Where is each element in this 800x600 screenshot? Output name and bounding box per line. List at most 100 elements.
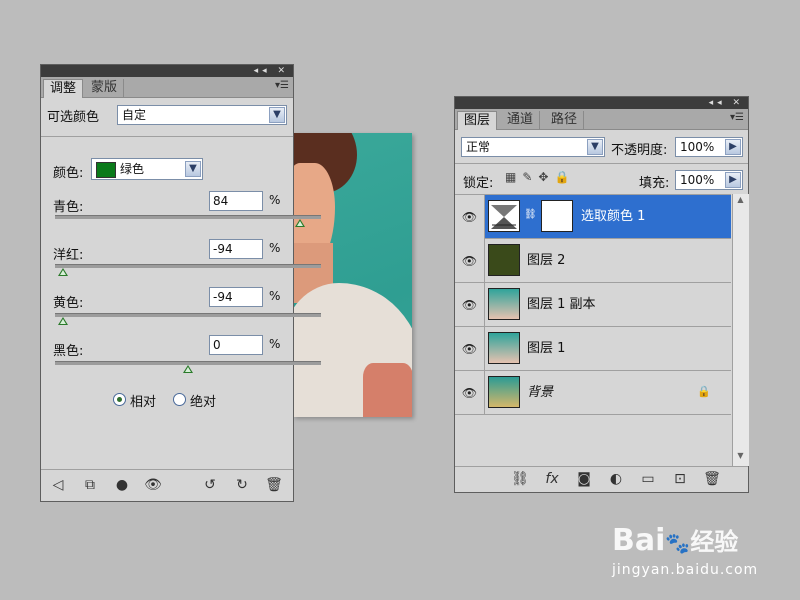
- lock-label: 锁定:: [463, 176, 494, 191]
- canvas-photo: [293, 133, 412, 417]
- layer-row-background[interactable]: 👁 背景 🔒: [455, 371, 731, 415]
- cyan-label: 青色:: [53, 200, 84, 215]
- reset-icon[interactable]: ↻: [233, 477, 251, 493]
- divider: [455, 163, 748, 164]
- baidu-logo: Bai🐾经验: [612, 523, 739, 558]
- color-value: 绿色: [120, 162, 145, 176]
- expand-view-icon[interactable]: ⧉: [81, 477, 99, 493]
- fill-field[interactable]: 100% ▶: [675, 170, 743, 190]
- divider: [41, 136, 293, 137]
- black-label: 黑色:: [53, 344, 84, 359]
- tab-channels[interactable]: 通道: [501, 111, 541, 129]
- tab-layers[interactable]: 图层: [457, 111, 498, 130]
- relative-label[interactable]: 相对: [130, 391, 156, 410]
- divider: [41, 469, 293, 470]
- panel-menu-icon[interactable]: ▾☰: [730, 112, 744, 123]
- chevron-right-icon[interactable]: ▶: [725, 139, 741, 155]
- color-select[interactable]: 绿色 ▼: [91, 158, 203, 180]
- magenta-input[interactable]: -94: [209, 239, 263, 259]
- slider-thumb[interactable]: [57, 268, 68, 276]
- fill-value: 100%: [680, 173, 715, 187]
- collapse-close-icons[interactable]: ◂◂ ✕: [254, 65, 289, 77]
- layer-row-layer2[interactable]: 👁 图层 2: [455, 239, 731, 283]
- blend-mode-value: 正常: [466, 140, 491, 154]
- cyan-slider[interactable]: [55, 215, 321, 227]
- fx-icon[interactable]: fx: [543, 471, 561, 487]
- panel-title: 可选颜色: [47, 110, 100, 125]
- layer-scrollbar[interactable]: ▲ ▼: [732, 194, 749, 466]
- cyan-input[interactable]: 84: [209, 191, 263, 211]
- yellow-unit: %: [269, 289, 281, 303]
- eye-icon[interactable]: 👁: [455, 327, 485, 371]
- layer-name[interactable]: 选取颜色 1: [581, 195, 645, 239]
- layer-name[interactable]: 背景: [527, 371, 553, 415]
- absolute-radio[interactable]: [173, 393, 186, 406]
- layer-thumbnail: [488, 332, 520, 364]
- absolute-label[interactable]: 绝对: [190, 391, 216, 410]
- layer-row-selective-color[interactable]: 👁 ⛓ 选取颜色 1: [455, 195, 731, 239]
- slider-thumb[interactable]: [57, 317, 68, 325]
- collapse-close-icons[interactable]: ◂◂ ✕: [709, 97, 744, 109]
- layer-name[interactable]: 图层 1: [527, 327, 565, 371]
- color-swatch: [96, 162, 116, 178]
- watermark-suffix: 经验: [690, 528, 739, 556]
- layer-thumbnail: [488, 376, 520, 408]
- eye-icon[interactable]: 👁: [455, 239, 485, 283]
- opacity-field[interactable]: 100% ▶: [675, 137, 743, 157]
- link-layers-icon[interactable]: ⛓: [511, 471, 529, 487]
- magenta-slider[interactable]: [55, 264, 321, 276]
- back-arrow-icon[interactable]: ◁: [49, 477, 67, 493]
- chain-link-icon[interactable]: ⛓: [524, 209, 537, 220]
- adjustments-titlebar[interactable]: ◂◂ ✕: [41, 65, 293, 77]
- chevron-down-icon: ▼: [269, 107, 285, 123]
- adjustment-layer-icon[interactable]: ◐: [607, 471, 625, 487]
- chevron-right-icon[interactable]: ▶: [725, 172, 741, 188]
- lock-icon: 🔒: [697, 385, 711, 398]
- black-unit: %: [269, 337, 281, 351]
- eye-icon[interactable]: 👁: [455, 195, 485, 239]
- slider-thumb[interactable]: [294, 219, 305, 227]
- blend-mode-select[interactable]: 正常 ▼: [461, 137, 605, 157]
- add-mask-icon[interactable]: ◙: [575, 471, 593, 487]
- layer-row-layer1[interactable]: 👁 图层 1: [455, 327, 731, 371]
- layers-titlebar[interactable]: ◂◂ ✕: [455, 97, 748, 109]
- yellow-slider[interactable]: [55, 313, 321, 325]
- new-layer-icon[interactable]: ⊡: [671, 471, 689, 487]
- relative-radio[interactable]: [113, 393, 126, 406]
- layer-list: 👁 ⛓ 选取颜色 1 👁 图层 2 👁 图层 1 副本 👁 图层 1 👁 背景 …: [455, 194, 731, 467]
- black-input[interactable]: 0: [209, 335, 263, 355]
- view-previous-icon[interactable]: ↺: [201, 477, 219, 493]
- cyan-unit: %: [269, 193, 281, 207]
- opacity-value: 100%: [680, 140, 715, 154]
- trash-icon[interactable]: 🗑: [703, 471, 721, 487]
- tab-masks[interactable]: 蒙版: [85, 79, 125, 97]
- lock-options-icons[interactable]: ▦✎✥🔒: [505, 170, 575, 184]
- divider: [455, 466, 748, 467]
- trash-icon[interactable]: 🗑: [265, 477, 283, 493]
- visibility-eye-icon[interactable]: 👁: [144, 477, 162, 493]
- tab-adjustments[interactable]: 调整: [43, 79, 84, 98]
- layer-name[interactable]: 图层 1 副本: [527, 283, 596, 327]
- panel-menu-icon[interactable]: ▾☰: [275, 80, 289, 91]
- adjustments-panel: ◂◂ ✕ 调整 蒙版 ▾☰ 可选颜色 自定 ▼ 颜色: 绿色 ▼ 青色: 84 …: [40, 64, 321, 502]
- mask-thumbnail[interactable]: [541, 200, 573, 232]
- preset-value: 自定: [122, 108, 147, 122]
- layers-tabs: 图层 通道 路径 ▾☰: [455, 109, 748, 130]
- watermark-brand: Bai: [612, 523, 666, 558]
- adjustment-thumbnail: [488, 200, 520, 232]
- group-folder-icon[interactable]: ▭: [639, 471, 657, 487]
- eye-icon[interactable]: 👁: [455, 371, 485, 415]
- scroll-up-icon[interactable]: ▲: [734, 195, 747, 209]
- slider-thumb[interactable]: [183, 365, 193, 373]
- magenta-unit: %: [269, 241, 281, 255]
- scroll-down-icon[interactable]: ▼: [734, 451, 747, 465]
- eye-icon[interactable]: 👁: [455, 283, 485, 327]
- layer-row-layer1-copy[interactable]: 👁 图层 1 副本: [455, 283, 731, 327]
- clip-layer-icon[interactable]: ●: [113, 477, 131, 493]
- fill-label: 填充:: [639, 176, 670, 191]
- layer-name[interactable]: 图层 2: [527, 239, 565, 283]
- yellow-input[interactable]: -94: [209, 287, 263, 307]
- tab-paths[interactable]: 路径: [545, 111, 585, 129]
- preset-select[interactable]: 自定 ▼: [117, 105, 287, 125]
- black-slider[interactable]: [55, 361, 321, 373]
